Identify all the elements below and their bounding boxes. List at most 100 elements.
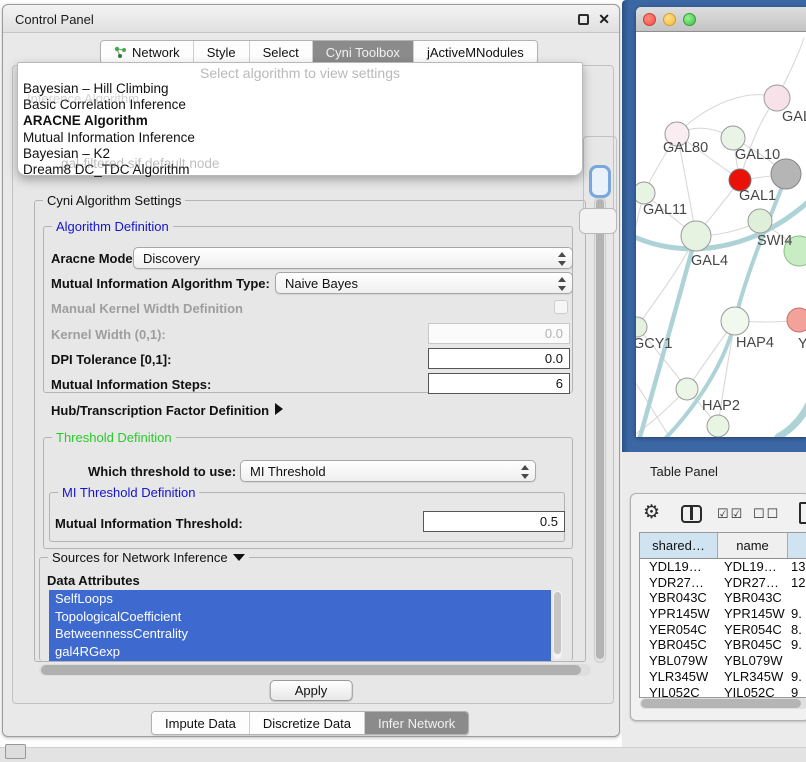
float-window-icon[interactable] — [578, 14, 589, 25]
table-cell: YER054C — [718, 622, 788, 638]
network-node[interactable] — [707, 415, 729, 437]
which-threshold-combo[interactable]: MI Threshold — [240, 460, 536, 482]
tab-infer-network-label: Infer Network — [378, 716, 455, 731]
network-node[interactable] — [636, 317, 647, 337]
expand-triangle-icon[interactable] — [275, 403, 283, 415]
table-row[interactable]: YLR345WYLR345W9. — [640, 669, 806, 685]
network-view-window[interactable]: GALGAL80GAL10GAL1GAL11GAL4SWI4GCY1HAP4YH… — [636, 7, 806, 437]
column-header-partial[interactable] — [788, 533, 806, 558]
network-node[interactable] — [676, 378, 698, 400]
network-node[interactable] — [636, 182, 655, 204]
combo-stepper-icon[interactable] — [557, 276, 566, 292]
table-row[interactable]: YBL079WYBL079W — [640, 653, 806, 669]
manual-kernel-checkbox[interactable] — [554, 300, 568, 314]
combo-stepper-icon[interactable] — [520, 464, 529, 480]
table-row[interactable]: YBR045CYBR045C9. — [640, 637, 806, 653]
network-canvas[interactable]: GALGAL80GAL10GAL1GAL11GAL4SWI4GCY1HAP4YH… — [636, 32, 806, 437]
control-panel-window: Control Panel ✕ Network Style Select Cyn… — [2, 4, 620, 737]
settings-vscroll-thumb[interactable] — [596, 199, 604, 659]
gear-icon[interactable]: ⚙ — [643, 501, 660, 524]
table-cell — [788, 590, 806, 606]
settings-hscroll-thumb[interactable] — [41, 665, 581, 675]
cyni-algorithm-settings-title: Cyni Algorithm Settings — [43, 193, 185, 208]
network-node-label: GAL11 — [643, 202, 687, 218]
close-icon[interactable]: ✕ — [598, 11, 610, 28]
network-node-label: GAL80 — [663, 140, 708, 156]
hub-definition-toggle[interactable]: Hub/Transcription Factor Definition — [51, 403, 283, 418]
tab-style[interactable]: Style — [194, 41, 250, 63]
table-row[interactable]: YDR27…YDR27…12 — [640, 575, 806, 591]
cyni-bottom-tabbar: Impute Data Discretize Data Infer Networ… — [151, 711, 469, 735]
mi-type-combo[interactable]: Naive Bayes — [275, 272, 573, 294]
network-node[interactable] — [681, 221, 711, 251]
network-node[interactable] — [721, 307, 749, 335]
table-row[interactable]: YDL19…YDL19…13 — [640, 559, 806, 575]
data-attributes-list[interactable]: SelfLoopsTopologicalCoefficientBetweenne… — [49, 590, 551, 661]
network-node-label: HAP2 — [702, 398, 740, 414]
select-all-checkboxes-icon[interactable]: ☑☑ — [717, 506, 744, 522]
control-panel-titlebar[interactable]: Control Panel ✕ — [3, 5, 619, 33]
algorithm-selector-focus-fragment[interactable] — [589, 165, 611, 198]
panel-toggle-button[interactable] — [5, 744, 26, 759]
collapse-triangle-icon[interactable] — [233, 554, 245, 561]
deselect-all-checkboxes-icon[interactable]: ☐☐ — [753, 506, 780, 522]
table-horizontal-scrollbar[interactable] — [640, 698, 806, 709]
tab-discretize-data[interactable]: Discretize Data — [250, 712, 365, 734]
table-cell: 9 — [788, 685, 806, 699]
table-panel-window: ⚙ ☑☑ ☐☐ shared… name YDL19…YDL19…13YDR27… — [630, 493, 806, 721]
column-header-shared-name[interactable]: shared… — [640, 533, 718, 558]
network-node[interactable] — [764, 85, 790, 111]
table-row[interactable]: YPR145WYPR145W9. — [640, 606, 806, 622]
mac-close-icon[interactable] — [643, 13, 656, 26]
tab-impute-data[interactable]: Impute Data — [152, 712, 250, 734]
columns-icon[interactable] — [681, 505, 702, 523]
tab-select[interactable]: Select — [250, 41, 313, 63]
apply-button[interactable]: Apply — [270, 680, 353, 701]
table-cell: YLR345W — [640, 669, 718, 685]
sources-group-title[interactable]: Sources for Network Inference — [48, 550, 249, 565]
table-row[interactable]: YBR043CYBR043C — [640, 590, 806, 606]
attribute-list-item[interactable]: BetweennessCentrality — [49, 625, 551, 643]
table-hscroll-thumb[interactable] — [641, 699, 801, 708]
dpi-tolerance-field[interactable]: 0.0 — [428, 348, 570, 369]
network-node[interactable] — [771, 159, 801, 189]
control-panel-title: Control Panel — [15, 12, 94, 27]
table-cell: 8. — [788, 622, 806, 638]
mac-zoom-icon[interactable] — [683, 13, 696, 26]
algorithm-option[interactable]: Mutual Information Inference — [18, 130, 582, 146]
table-row[interactable]: YER054CYER054C8. — [640, 622, 806, 638]
algorithm-option[interactable]: ARACNE Algorithm — [18, 113, 582, 129]
column-header-name[interactable]: name — [718, 533, 788, 558]
algorithm-popup-placeholder: Select algorithm to view settings — [18, 63, 582, 81]
application-root: Control Panel ✕ Network Style Select Cyn… — [0, 0, 806, 762]
attribute-list-item[interactable]: TopologicalCoefficient — [49, 608, 551, 626]
attribute-list-item[interactable]: SelfLoops — [49, 590, 551, 608]
table-cell: YPR145W — [640, 606, 718, 622]
mac-minimize-icon[interactable] — [663, 13, 676, 26]
settings-vertical-scrollbar[interactable] — [594, 197, 606, 663]
mi-steps-field[interactable]: 6 — [428, 373, 570, 394]
combo-stepper-icon[interactable] — [557, 251, 566, 267]
network-edge[interactable] — [778, 394, 806, 437]
document-icon[interactable] — [799, 502, 806, 524]
network-node[interactable] — [787, 308, 806, 332]
network-node[interactable] — [748, 209, 772, 233]
tab-cyni-toolbox[interactable]: Cyni Toolbox — [313, 41, 414, 63]
attributes-scrollbar[interactable] — [553, 591, 562, 659]
tab-infer-network[interactable]: Infer Network — [365, 712, 468, 734]
network-node-label: GCY1 — [636, 336, 673, 352]
table-cell: YBR043C — [640, 590, 718, 606]
network-window-titlebar[interactable] — [636, 7, 806, 32]
kernel-width-field[interactable]: 0.0 — [428, 323, 570, 344]
table-cell: YBL079W — [640, 653, 718, 669]
settings-horizontal-scrollbar[interactable] — [39, 664, 591, 676]
table-row[interactable]: YIL052CYIL052C9 — [640, 685, 806, 699]
attributes-scrollbar-thumb[interactable] — [554, 592, 561, 654]
network-node-label: Y — [798, 336, 806, 352]
aracne-mode-combo[interactable]: Discovery — [133, 247, 573, 269]
tab-jactivemnodules[interactable]: jActiveMNodules — [414, 41, 537, 63]
network-node-label: GAL4 — [691, 253, 728, 269]
tab-network[interactable]: Network — [101, 41, 194, 63]
mi-threshold-field[interactable]: 0.5 — [423, 511, 565, 532]
attribute-list-item[interactable]: gal4RGexp — [49, 643, 551, 661]
